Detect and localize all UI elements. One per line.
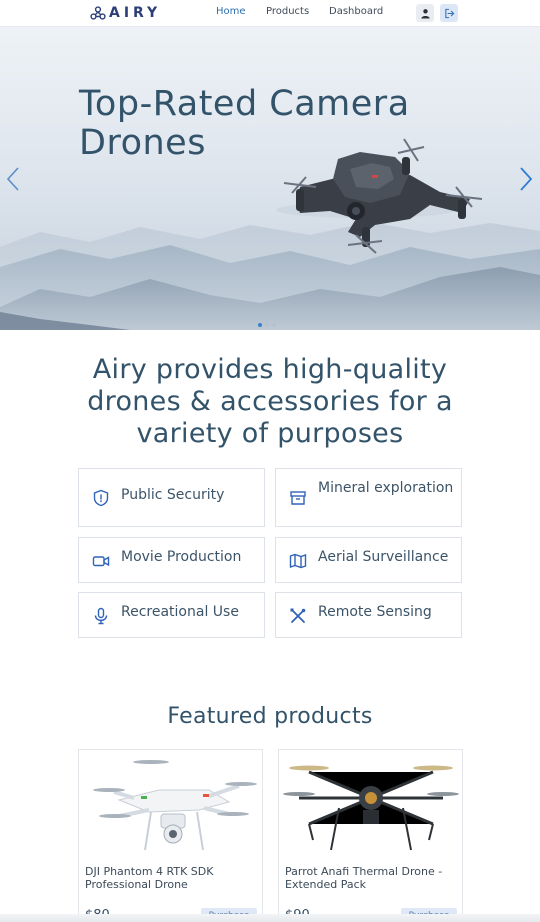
hero-title: Top-Rated Camera Drones — [79, 84, 410, 163]
shield-icon — [92, 489, 110, 507]
nav-link-home[interactable]: Home — [216, 6, 246, 17]
browser-bottom-bar — [0, 914, 540, 922]
feature-label: Aerial Surveillance — [318, 549, 449, 565]
product-name[interactable]: DJI Phantom 4 RTK SDK Professional Drone — [85, 865, 260, 891]
feature-label: Remote Sensing — [318, 604, 432, 620]
carousel-dot-2[interactable] — [265, 323, 269, 327]
product-name[interactable]: Parrot Anafi Thermal Drone - Extended Pa… — [285, 865, 460, 891]
hero-background-image — [0, 138, 540, 330]
feature-aerial-surveillance[interactable]: Aerial Surveillance — [275, 537, 462, 583]
chevron-left-icon — [6, 167, 19, 191]
logout-button[interactable] — [440, 4, 458, 22]
feature-label: Recreational Use — [121, 604, 239, 620]
intro-heading: Airy provides high-quality drones & acce… — [87, 354, 453, 449]
logout-icon — [444, 8, 454, 18]
carousel-prev-button[interactable] — [5, 164, 21, 194]
carousel-indicators — [258, 323, 276, 327]
microphone-icon — [92, 607, 110, 625]
chevron-right-icon — [520, 167, 533, 191]
feature-recreational-use[interactable]: Recreational Use — [78, 592, 265, 638]
tools-icon — [289, 607, 307, 625]
user-button[interactable] — [416, 4, 434, 22]
featured-products-title: Featured products — [167, 704, 373, 729]
product-image — [93, 760, 257, 851]
archive-icon — [289, 489, 307, 507]
carousel-dot-3[interactable] — [272, 323, 276, 327]
user-icon — [420, 8, 430, 19]
feature-remote-sensing[interactable]: Remote Sensing — [275, 592, 462, 638]
carousel-dot-1[interactable] — [258, 323, 262, 327]
feature-label: Public Security — [121, 487, 225, 503]
feature-label: Movie Production — [121, 549, 242, 565]
nav-link-dashboard[interactable]: Dashboard — [329, 6, 383, 17]
feature-public-security[interactable]: Public Security — [78, 468, 265, 527]
feature-mineral-exploration[interactable]: Mineral exploration — [275, 468, 462, 527]
nav-link-products[interactable]: Products — [266, 6, 309, 17]
video-camera-icon — [92, 552, 110, 570]
product-image — [283, 765, 459, 851]
map-icon — [289, 552, 307, 570]
hero-carousel: Top-Rated Camera Drones — [0, 27, 540, 330]
product-card[interactable]: Parrot Anafi Thermal Drone - Extended Pa… — [278, 749, 463, 922]
top-navbar: AIRY Home Products Dashboard — [0, 0, 540, 27]
product-card[interactable]: DJI Phantom 4 RTK SDK Professional Drone… — [78, 749, 263, 922]
nav-links: Home Products Dashboard — [0, 6, 540, 20]
carousel-next-button[interactable] — [518, 164, 534, 194]
feature-movie-production[interactable]: Movie Production — [78, 537, 265, 583]
feature-label: Mineral exploration — [318, 480, 454, 496]
